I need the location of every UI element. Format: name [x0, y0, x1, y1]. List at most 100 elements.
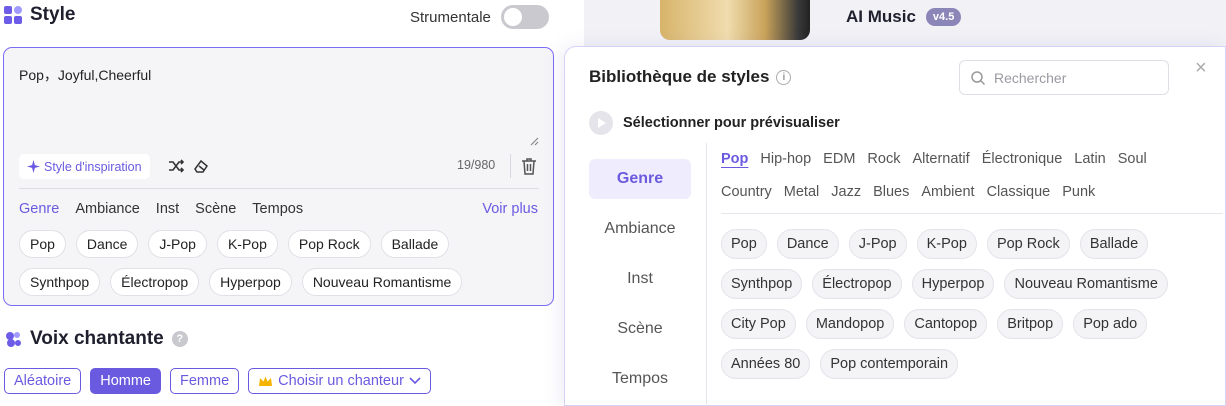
- sidebar-item-ambiance[interactable]: Ambiance: [589, 209, 691, 249]
- style-category-tabs: Genre Ambiance Inst Scène Tempos: [19, 201, 303, 217]
- sidebar-item-tempos[interactable]: Tempos: [589, 359, 691, 399]
- library-chip[interactable]: Pop: [721, 229, 767, 259]
- shuffle-icon[interactable]: [167, 157, 185, 175]
- inspiration-style-label: Style d'inspiration: [44, 159, 142, 174]
- library-chip[interactable]: Mandopop: [805, 309, 895, 339]
- genre-tab[interactable]: Électronique: [982, 151, 1063, 167]
- style-chip[interactable]: Pop Rock: [287, 230, 371, 258]
- sidebar-item-inst[interactable]: Inst: [589, 259, 691, 299]
- preview-label: Sélectionner pour prévisualiser: [623, 115, 840, 131]
- voice-random-button[interactable]: Aléatoire: [4, 368, 82, 394]
- album-cover-image: [660, 0, 810, 40]
- style-chip[interactable]: Hyperpop: [209, 268, 292, 296]
- style-chip[interactable]: K-Pop: [216, 230, 278, 258]
- library-chip-row-2: Synthpop Électropop Hyperpop Nouveau Rom…: [721, 269, 1168, 299]
- genre-tab[interactable]: EDM: [823, 151, 855, 167]
- genre-tab[interactable]: Rock: [867, 151, 900, 167]
- voir-plus-link[interactable]: Voir plus: [482, 201, 538, 217]
- preview-row: Sélectionner pour prévisualiser: [589, 111, 840, 135]
- style-title: Style: [30, 4, 76, 25]
- help-icon[interactable]: ?: [171, 331, 188, 347]
- resize-handle-icon[interactable]: [529, 136, 539, 146]
- library-chip[interactable]: Pop ado: [1073, 309, 1148, 339]
- style-chip[interactable]: Synthpop: [19, 268, 101, 296]
- app-header: AI Music v4.5: [846, 7, 962, 27]
- style-divider: [19, 188, 539, 189]
- style-library-modal: Bibliothèque de styles i × Sélectionner …: [564, 46, 1226, 406]
- library-chip[interactable]: Pop Rock: [986, 229, 1070, 259]
- genre-tab[interactable]: Punk: [1062, 184, 1095, 200]
- library-chip[interactable]: Années 80: [721, 349, 811, 379]
- search-icon: [971, 70, 986, 85]
- instrumental-toggle[interactable]: [500, 5, 549, 29]
- tabs-divider: [721, 213, 1223, 214]
- sparkle-icon: [27, 160, 40, 173]
- voice-female-button[interactable]: Femme: [170, 368, 240, 394]
- style-cat-genre[interactable]: Genre: [19, 201, 59, 217]
- library-chip[interactable]: City Pop: [721, 309, 796, 339]
- style-chip[interactable]: J-Pop: [148, 230, 207, 258]
- search-input[interactable]: [994, 69, 1154, 86]
- style-chip[interactable]: Ballade: [380, 230, 450, 258]
- choose-singer-dropdown[interactable]: Choisir un chanteur: [248, 368, 431, 394]
- eraser-icon[interactable]: [192, 157, 210, 175]
- voice-male-button[interactable]: Homme: [90, 368, 161, 394]
- sidebar-divider: [706, 143, 707, 406]
- library-chip[interactable]: Hyperpop: [911, 269, 995, 299]
- library-title: Bibliothèque de styles: [589, 67, 770, 86]
- style-input-box[interactable]: Pop，Joyful,Cheerful Style d'inspiration …: [3, 47, 554, 306]
- genre-tab[interactable]: Ambient: [921, 184, 974, 200]
- instrumental-control: Strumentale: [410, 5, 549, 29]
- library-chip[interactable]: Électropop: [812, 269, 902, 299]
- play-icon[interactable]: [589, 111, 613, 135]
- genre-tab[interactable]: Pop: [721, 151, 748, 167]
- sidebar-item-scene[interactable]: Scène: [589, 309, 691, 349]
- style-cat-ambiance[interactable]: Ambiance: [75, 201, 139, 217]
- genre-tab[interactable]: Soul: [1118, 151, 1147, 167]
- library-sidebar: Genre Ambiance Inst Scène Tempos: [589, 159, 691, 406]
- library-chip[interactable]: K-Pop: [916, 229, 977, 259]
- library-chip[interactable]: Nouveau Romantisme: [1004, 269, 1168, 299]
- style-header: Style: [4, 4, 75, 26]
- voice-title: Voix chantante: [30, 328, 164, 349]
- library-chip[interactable]: Synthpop: [721, 269, 803, 299]
- genre-tabs-row-2: Country Metal Jazz Blues Ambient Classiq…: [721, 184, 1095, 200]
- sidebar-item-genre[interactable]: Genre: [589, 159, 691, 199]
- genre-tab[interactable]: Latin: [1074, 151, 1105, 167]
- genre-tab[interactable]: Classique: [987, 184, 1051, 200]
- inspiration-style-button[interactable]: Style d'inspiration: [19, 154, 150, 179]
- chevron-down-icon: [409, 377, 421, 385]
- style-textarea[interactable]: Pop，Joyful,Cheerful: [19, 65, 151, 85]
- style-chip[interactable]: Dance: [75, 230, 139, 258]
- info-icon[interactable]: i: [776, 69, 792, 85]
- library-chip[interactable]: Cantopop: [904, 309, 988, 339]
- genre-tab[interactable]: Alternatif: [912, 151, 969, 167]
- library-chip[interactable]: Britpop: [997, 309, 1064, 339]
- library-chip-row-1: Pop Dance J-Pop K-Pop Pop Rock Ballade: [721, 229, 1149, 259]
- genre-tab[interactable]: Jazz: [831, 184, 861, 200]
- trash-icon[interactable]: [519, 156, 539, 176]
- library-chip[interactable]: Pop contemporain: [820, 349, 959, 379]
- style-panel: Style Strumentale Pop，Joyful,Cheerful St…: [0, 0, 584, 406]
- app-title: AI Music: [846, 7, 916, 26]
- voice-icon: [6, 332, 21, 347]
- genre-tab[interactable]: Metal: [784, 184, 819, 200]
- style-cat-scene[interactable]: Scène: [195, 201, 236, 217]
- library-chip[interactable]: J-Pop: [848, 229, 907, 259]
- style-chip[interactable]: Électropop: [110, 268, 200, 296]
- genre-tab[interactable]: Blues: [873, 184, 909, 200]
- library-title-row: Bibliothèque de styles i: [589, 67, 792, 87]
- style-chip-row-1: Pop Dance J-Pop K-Pop Pop Rock Ballade: [19, 230, 450, 258]
- style-chip[interactable]: Nouveau Romantisme: [301, 268, 463, 296]
- library-chip[interactable]: Ballade: [1079, 229, 1149, 259]
- library-chip[interactable]: Dance: [776, 229, 839, 259]
- style-cat-inst[interactable]: Inst: [156, 201, 179, 217]
- style-chip[interactable]: Pop: [19, 230, 66, 258]
- style-cat-tempos[interactable]: Tempos: [252, 201, 303, 217]
- library-search[interactable]: [959, 60, 1169, 95]
- voice-options: Aléatoire Homme Femme Choisir un chanteu…: [4, 368, 431, 394]
- library-chip-row-4: Années 80 Pop contemporain: [721, 349, 959, 379]
- genre-tab[interactable]: Hip-hop: [760, 151, 811, 167]
- genre-tab[interactable]: Country: [721, 184, 772, 200]
- close-icon[interactable]: ×: [1195, 57, 1207, 80]
